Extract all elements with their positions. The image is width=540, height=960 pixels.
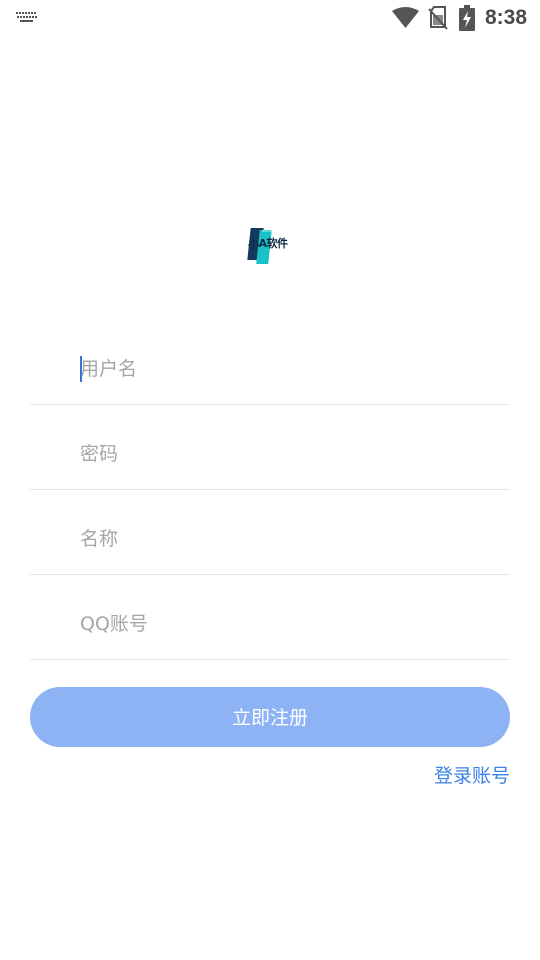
qq-input[interactable]: [80, 607, 500, 641]
name-input[interactable]: [80, 522, 500, 556]
logo-name: 小A软件: [248, 237, 288, 250]
status-time: 8:38: [485, 6, 528, 29]
password-input[interactable]: [80, 437, 500, 471]
qq-field-row: [30, 575, 510, 660]
text-caret: [80, 356, 82, 382]
logo-tagline: Soft Download: [262, 229, 284, 233]
username-field-row: [30, 320, 510, 405]
battery-charging-icon: [459, 5, 475, 31]
name-field-row: [30, 490, 510, 575]
password-field-row: [30, 405, 510, 490]
login-link[interactable]: 登录账号: [434, 762, 510, 790]
register-button[interactable]: 立即注册: [30, 687, 510, 747]
register-form: [30, 320, 510, 660]
keyboard-icon: [16, 12, 37, 22]
no-sim-icon: [428, 6, 448, 30]
status-bar: 8:38: [0, 0, 540, 36]
wifi-icon: [392, 7, 419, 28]
username-input[interactable]: [80, 352, 500, 386]
app-logo: Soft Download 小A软件: [246, 224, 294, 266]
